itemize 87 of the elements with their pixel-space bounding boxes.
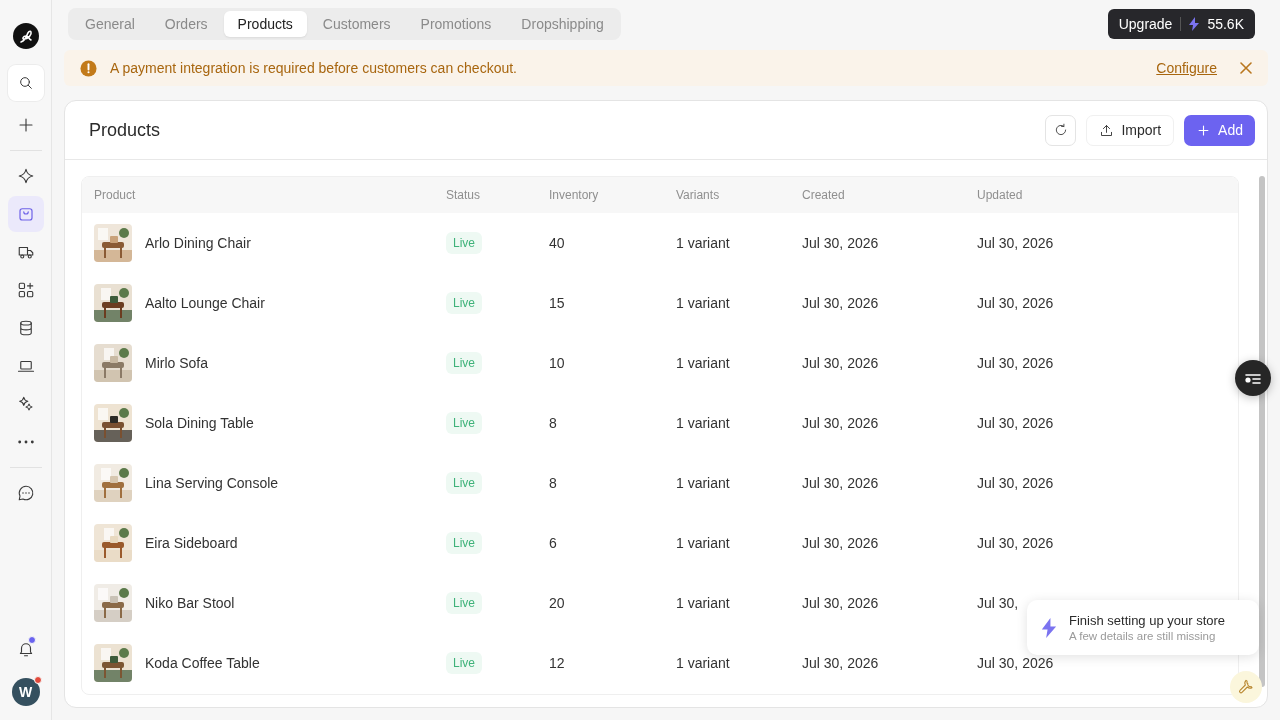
column-header: Updated: [977, 188, 1024, 202]
table-cell-text: Jul 30, 2026: [977, 475, 1055, 491]
product-name[interactable]: Aalto Lounge Chair: [145, 295, 265, 311]
status-badge: Live: [446, 532, 482, 554]
toast-subtitle: A few details are still missing: [1069, 630, 1217, 642]
status-badge: Live: [446, 292, 482, 314]
table-cell-text: Jul 30, 2026: [977, 415, 1055, 431]
add-button[interactable]: Add: [1184, 114, 1255, 146]
shopping-bag-icon: [16, 205, 35, 223]
status-badge: Live: [446, 352, 482, 374]
more-icon: [16, 439, 35, 445]
close-button[interactable]: [1240, 62, 1252, 74]
table-cell-text: 6: [549, 535, 558, 551]
setup-toast[interactable]: Finish setting up your store A few details are still missing: [1027, 600, 1259, 655]
table-cell-text: Jul 30, 2026: [802, 235, 880, 251]
table-cell-text: 40: [549, 235, 566, 251]
table-cell-text: 1 variant: [676, 655, 731, 671]
table-cell-text: Jul 30, 2026: [802, 655, 880, 671]
table-cell-text: 1 variant: [676, 355, 731, 371]
table-cell-text: 15: [549, 295, 566, 311]
avatar[interactable]: W: [11, 678, 40, 706]
chat-icon: [16, 484, 35, 502]
table-cell-text: Jul 30, 2026: [802, 595, 880, 611]
configure-link[interactable]: Configure: [1156, 60, 1217, 76]
warning-icon: [80, 59, 97, 77]
refresh-icon: [1053, 123, 1068, 137]
sparkles-icon: [16, 395, 35, 413]
column-header: Created: [802, 188, 846, 202]
refresh-button[interactable]: [1045, 114, 1077, 146]
status-badge: Live: [446, 232, 482, 254]
notification-dot: [27, 636, 36, 644]
scrollbar[interactable]: [1259, 176, 1265, 687]
lightning-icon: [1189, 17, 1200, 31]
close-icon: [1240, 62, 1252, 74]
product-name[interactable]: Koda Coffee Table: [145, 655, 260, 671]
status-badge: Live: [446, 472, 482, 494]
table-cell-text: 1 variant: [676, 595, 731, 611]
table-cell-text: 1 variant: [676, 235, 731, 251]
product-name[interactable]: Niko Bar Stool: [145, 595, 235, 611]
table-cell-text: Jul 30,: [977, 595, 1020, 611]
table-cell-text: 1 variant: [676, 295, 731, 311]
product-name[interactable]: Eira Sideboard: [145, 535, 238, 551]
warning-message: A payment integration is required before customers can checkout.: [110, 60, 518, 76]
upgrade-button[interactable]: Upgrade 55.6K: [1107, 9, 1255, 39]
status-badge: Live: [446, 592, 482, 614]
table-cell-text: Jul 30, 2026: [977, 355, 1055, 371]
search-icon: [17, 75, 34, 91]
plus-icon: [1196, 122, 1212, 138]
table-cell-text: 1 variant: [676, 535, 731, 551]
column-header: Status: [446, 188, 482, 202]
table-cell-text: Jul 30, 2026: [802, 535, 880, 551]
table-cell-text: Jul 30, 2026: [802, 295, 880, 311]
table-cell-text: Jul 30, 2026: [977, 655, 1055, 671]
table-cell-text: Jul 30, 2026: [802, 355, 880, 371]
product-name[interactable]: Arlo Dining Chair: [145, 235, 251, 251]
apps-icon: [16, 281, 35, 299]
toast-title: Finish setting up your store: [1069, 613, 1226, 628]
table-cell-text: 10: [549, 355, 566, 371]
product-name[interactable]: Lina Serving Console: [145, 475, 279, 491]
logo-icon: [12, 23, 39, 49]
table-cell-text: 12: [549, 655, 566, 671]
lightning-icon: [1041, 617, 1057, 638]
table-cell-text: Jul 30, 2026: [977, 235, 1055, 251]
upload-icon: [1099, 122, 1115, 138]
table-cell-text: Jul 30, 2026: [802, 475, 880, 491]
status-badge: Live: [446, 412, 482, 434]
panel-title: Products: [89, 119, 161, 141]
table-cell-text: 20: [549, 595, 566, 611]
table-cell-text: 8: [549, 415, 558, 431]
wrench-icon: [1238, 679, 1254, 695]
table-cell-text: 1 variant: [676, 475, 731, 491]
status-badge: Live: [446, 652, 482, 674]
product-name[interactable]: Mirlo Sofa: [145, 355, 209, 371]
column-header: Inventory: [549, 188, 600, 202]
table-cell-text: Jul 30, 2026: [977, 295, 1055, 311]
column-header: Variants: [676, 188, 721, 202]
table-cell-text: 1 variant: [676, 415, 731, 431]
product-name[interactable]: Sola Dining Table: [145, 415, 254, 431]
import-button[interactable]: Import: [1086, 114, 1175, 146]
table-cell-text: Jul 30, 2026: [977, 535, 1055, 551]
tab[interactable]: Products: [223, 11, 307, 37]
table-cell-text: 8: [549, 475, 558, 491]
status-dot: [33, 676, 42, 684]
filter-icon: [1244, 371, 1262, 385]
sparkle-icon: [16, 167, 35, 185]
table-cell-text: Jul 30, 2026: [802, 415, 880, 431]
column-header: Product: [94, 188, 137, 202]
